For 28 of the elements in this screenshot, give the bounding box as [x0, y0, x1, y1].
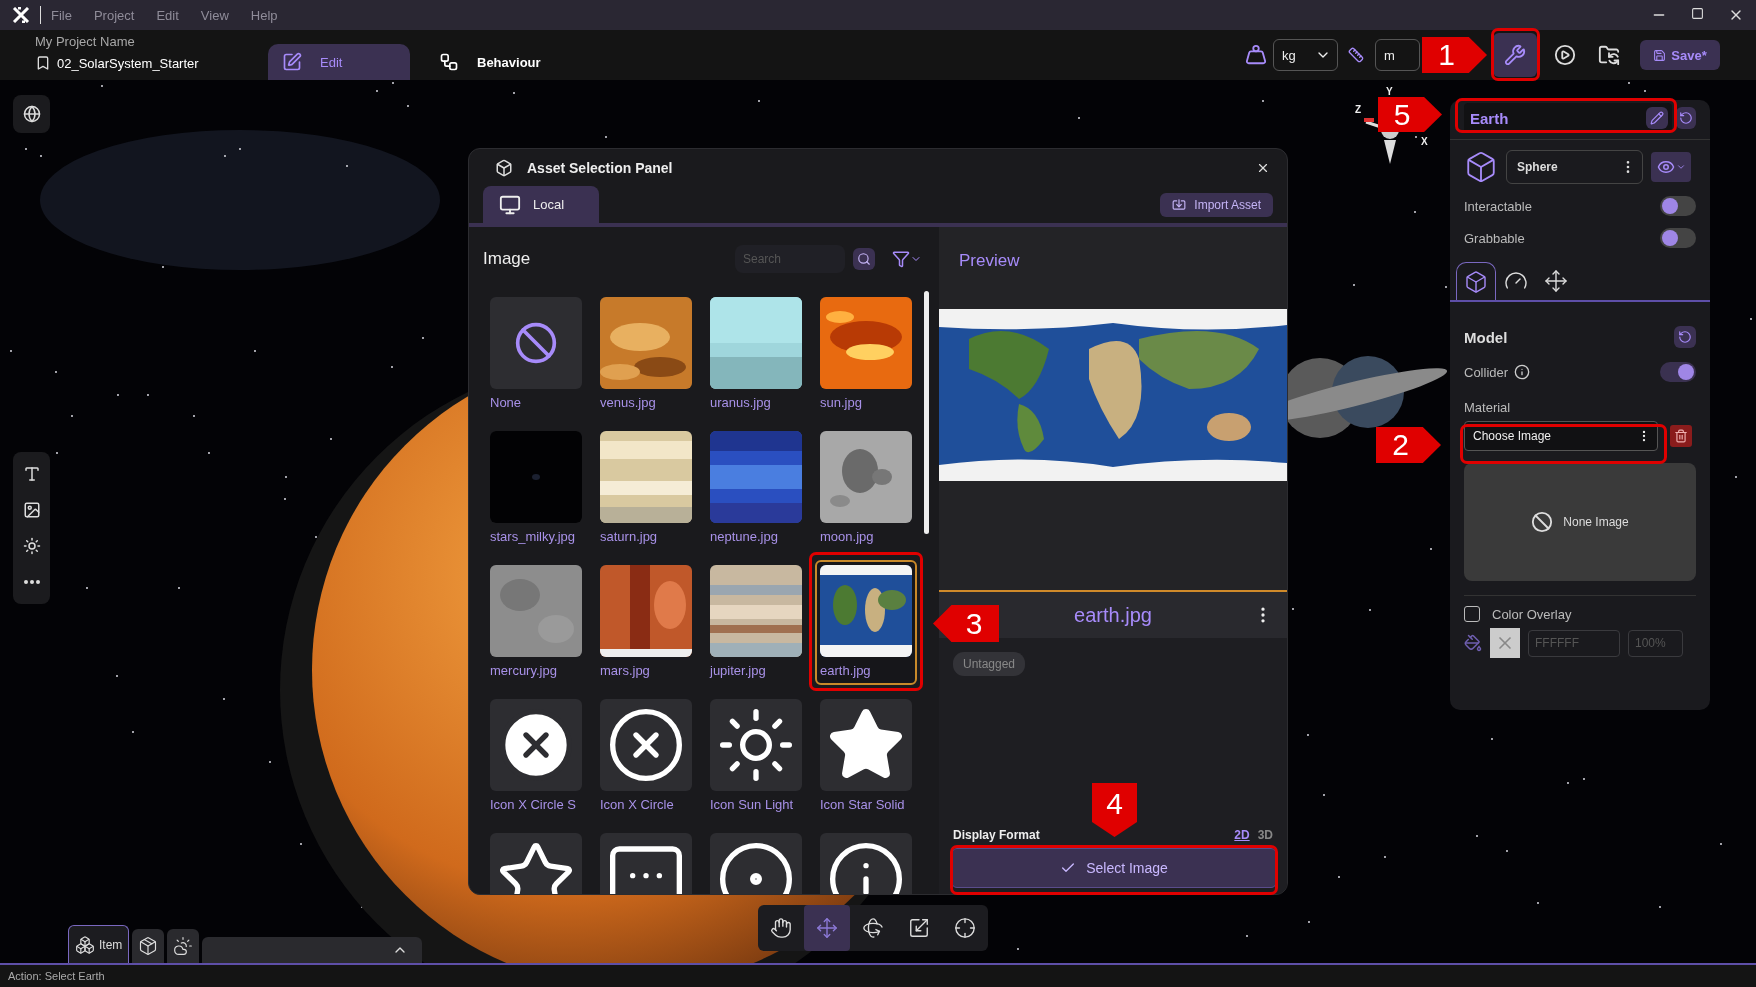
ruler-icon — [1348, 47, 1364, 63]
sync-save-icon — [1598, 44, 1620, 66]
highlight-frame — [1491, 28, 1540, 81]
workflow-icon — [439, 52, 459, 72]
edit-icon — [282, 52, 302, 72]
status-text: Action: Select Earth — [8, 970, 105, 982]
menu-item[interactable]: File — [51, 7, 72, 23]
play-button[interactable] — [1553, 43, 1577, 67]
length-unit-field[interactable]: m — [1375, 39, 1420, 71]
bookmark-icon — [35, 55, 51, 71]
app-logo-icon — [12, 7, 30, 23]
sync-save-button[interactable] — [1597, 43, 1621, 67]
play-icon — [1554, 44, 1576, 66]
maximize-icon[interactable] — [1691, 7, 1704, 20]
wrench-icon — [1504, 44, 1526, 66]
save-button[interactable]: Save* — [1640, 40, 1720, 70]
menu-item[interactable]: View — [200, 7, 229, 23]
mass-unit-select[interactable]: kg — [1273, 39, 1338, 71]
project-name: My Project Name — [35, 34, 136, 49]
menu-item[interactable]: Help — [250, 7, 278, 23]
menu-item[interactable]: Edit — [156, 7, 179, 23]
scene-name: 02_SolarSystem_Starter — [57, 55, 199, 71]
save-icon — [1653, 48, 1667, 62]
wrench-button[interactable] — [1493, 33, 1537, 77]
menu-item[interactable]: Project — [93, 7, 135, 23]
mode-tab[interactable]: Edit — [268, 44, 410, 80]
mode-tab[interactable]: Behaviour — [425, 44, 555, 80]
weight-icon — [1245, 44, 1267, 66]
